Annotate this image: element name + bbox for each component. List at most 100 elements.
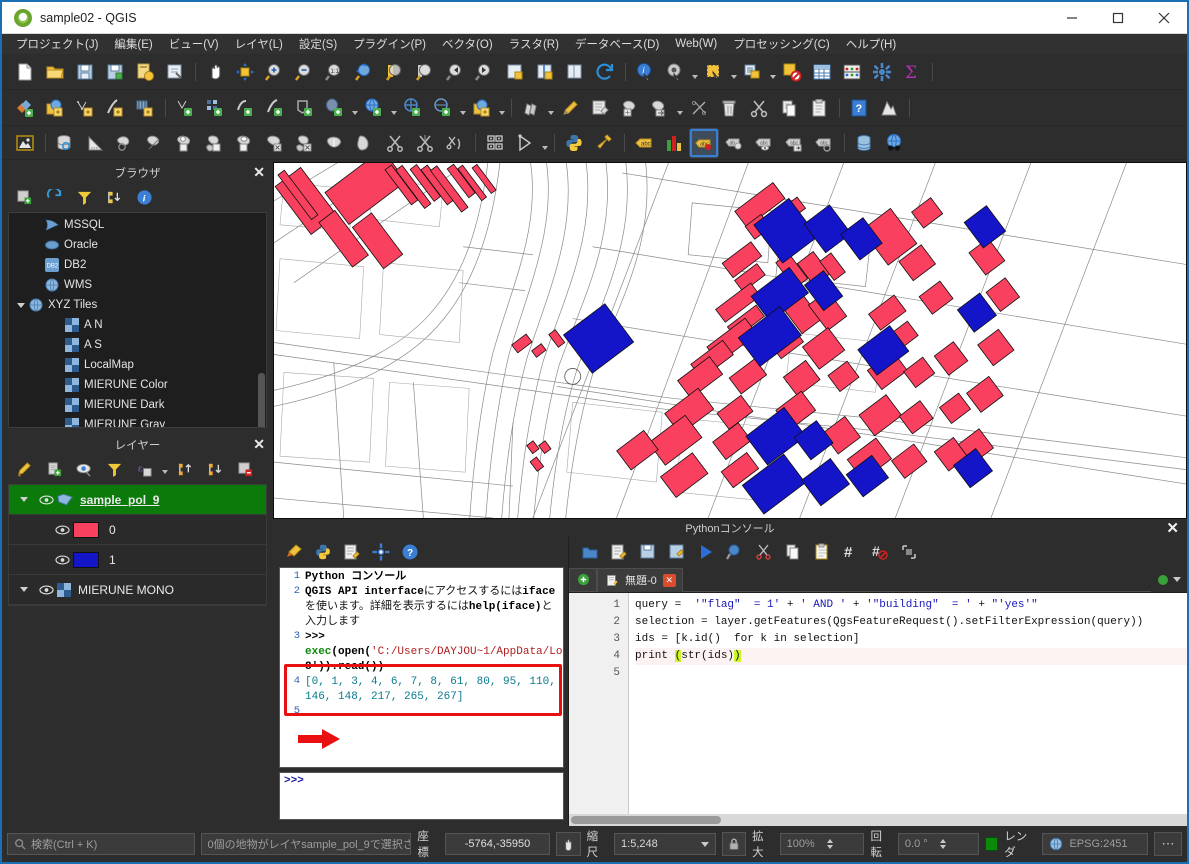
add-group-icon[interactable]: [40, 458, 68, 480]
paste-icon[interactable]: [809, 540, 835, 564]
expression-filter-icon[interactable]: ε: [130, 458, 158, 480]
chevron-down-icon[interactable]: [729, 57, 738, 87]
layers-panel-close-icon[interactable]: ✕: [253, 437, 265, 451]
browser-item-xyz-tiles[interactable]: XYZ Tiles: [9, 295, 266, 315]
symbol-color-swatch[interactable]: [73, 521, 99, 538]
visibility-eye-icon[interactable]: [35, 584, 57, 596]
minimize-button[interactable]: [1049, 2, 1095, 33]
search-input[interactable]: 検索(Ctrl + K): [7, 833, 195, 855]
filter-icon[interactable]: [70, 186, 98, 208]
style-manager-icon[interactable]: [659, 128, 689, 158]
layer-row-sample_pol_9[interactable]: sample_pol_9: [9, 485, 266, 515]
clear-console-icon[interactable]: [281, 540, 307, 564]
layer-row-0[interactable]: 0: [9, 515, 266, 545]
paste-features-icon[interactable]: [804, 93, 834, 123]
db-manager-icon[interactable]: [849, 128, 879, 158]
python-code-editor[interactable]: 1 2 3 4 5 query = '"flag" = 1' + ' AND ' + '…: [569, 593, 1187, 814]
chevron-down-icon[interactable]: [13, 587, 35, 592]
symbol-color-swatch[interactable]: [73, 551, 99, 568]
chevron-down-icon[interactable]: [497, 93, 506, 123]
visibility-eye-icon[interactable]: [51, 524, 73, 536]
visibility-eye-icon[interactable]: [35, 494, 57, 506]
toggle-editing-icon[interactable]: [555, 93, 585, 123]
add-arcgis-layer-icon[interactable]: [467, 93, 497, 123]
editor-code-line[interactable]: query = '"flag" = 1' + ' AND ' + '"build…: [635, 597, 1187, 614]
open-project-icon[interactable]: [40, 57, 70, 87]
deselect-all-icon[interactable]: [777, 57, 807, 87]
chevron-down-icon[interactable]: [675, 93, 684, 123]
delete-ring-icon[interactable]: [260, 128, 290, 158]
layer-row-mierune-mono[interactable]: MIERUNE MONO: [9, 575, 266, 605]
browser-item-mierune-dark[interactable]: MIERUNE Dark: [9, 395, 266, 415]
toolbox-icon[interactable]: [867, 57, 897, 87]
lock-scale-button[interactable]: [721, 832, 747, 856]
editor-horizontal-scrollbar[interactable]: [569, 814, 1187, 826]
menu-settings[interactable]: 設定(S): [291, 35, 345, 53]
save-as-icon[interactable]: [664, 540, 690, 564]
close-button[interactable]: [1141, 2, 1187, 33]
spinner-arrows[interactable]: [824, 839, 836, 849]
database-manager-icon[interactable]: [50, 128, 80, 158]
identify-features-icon[interactable]: i: [630, 57, 660, 87]
save-script-icon[interactable]: [635, 540, 661, 564]
show-hide-labels-icon[interactable]: abc: [749, 128, 779, 158]
layer-labeling-icon[interactable]: abc: [689, 127, 719, 158]
add-line-layer-icon[interactable]: [230, 93, 260, 123]
save-layer-edits-icon[interactable]: [585, 93, 615, 123]
tab-options-button[interactable]: [1151, 573, 1187, 587]
run-feature-action-icon[interactable]: [660, 57, 690, 87]
menu-processing[interactable]: プロセッシング(C): [725, 35, 837, 53]
refresh-icon[interactable]: [40, 186, 68, 208]
comment-icon[interactable]: #: [838, 540, 864, 564]
chevron-down-icon[interactable]: [389, 93, 398, 123]
save-project-icon[interactable]: [70, 57, 100, 87]
toggle-extents-icon[interactable]: [556, 832, 581, 856]
console-input[interactable]: >>>: [279, 772, 564, 820]
coordinate-field[interactable]: -5764,-35950: [444, 833, 551, 855]
menu-web[interactable]: Web(W): [667, 37, 725, 51]
editor-tab-close-icon[interactable]: ✕: [662, 573, 676, 587]
new-project-icon[interactable]: [10, 57, 40, 87]
new-3d-map-view-icon[interactable]: [530, 57, 560, 87]
chevron-down-icon[interactable]: [13, 497, 35, 502]
filter-legend-icon[interactable]: [100, 458, 128, 480]
new-print-layout-icon[interactable]: [130, 57, 160, 87]
scale-combo[interactable]: 1:5,248: [614, 833, 716, 855]
add-vector-layer-icon[interactable]: [40, 93, 70, 123]
pan-to-selection-icon[interactable]: [230, 57, 260, 87]
scrollbar-thumb[interactable]: [571, 816, 721, 824]
chevron-down-icon[interactable]: [546, 93, 555, 123]
field-calculator-icon[interactable]: [837, 57, 867, 87]
add-point-layer-icon[interactable]: [170, 93, 200, 123]
copy-icon[interactable]: [780, 540, 806, 564]
cut-icon[interactable]: [751, 540, 777, 564]
browser-item-mierune-gray[interactable]: MIERUNE Gray: [9, 415, 266, 427]
add-part-icon[interactable]: [200, 128, 230, 158]
spinner-arrows[interactable]: [937, 839, 949, 849]
zoom-last-icon[interactable]: [440, 57, 470, 87]
add-postgis-layer-icon[interactable]: [320, 93, 350, 123]
add-virtual-layer-icon[interactable]: [290, 93, 320, 123]
options-icon[interactable]: [368, 540, 394, 564]
plugin-builder-icon[interactable]: [589, 128, 619, 158]
chevron-down-icon[interactable]: [160, 458, 169, 480]
current-edits-icon[interactable]: [516, 93, 546, 123]
messages-button[interactable]: ⋯: [1153, 832, 1182, 856]
move-label-icon[interactable]: abc: [779, 128, 809, 158]
render-checkbox[interactable]: [985, 837, 999, 851]
menu-plugins[interactable]: プラグイン(P): [345, 35, 434, 53]
new-map-view-plain-icon[interactable]: [560, 57, 590, 87]
fill-ring-icon[interactable]: [230, 128, 260, 158]
collapse-all-icon[interactable]: [100, 186, 128, 208]
browser-item-db2[interactable]: DB2 DB2: [9, 255, 266, 275]
collapse-all-icon[interactable]: [201, 458, 229, 480]
browser-item-localmap[interactable]: LocalMap: [9, 355, 266, 375]
add-tab-button[interactable]: [569, 567, 597, 592]
browser-scrollbar[interactable]: [258, 373, 265, 427]
menu-layer[interactable]: レイヤ(L): [227, 35, 291, 53]
zoom-full-icon[interactable]: [350, 57, 380, 87]
reformat-icon[interactable]: [896, 540, 922, 564]
zoom-out-icon[interactable]: [290, 57, 320, 87]
uncomment-icon[interactable]: #: [867, 540, 893, 564]
zoom-to-layer-icon[interactable]: [410, 57, 440, 87]
